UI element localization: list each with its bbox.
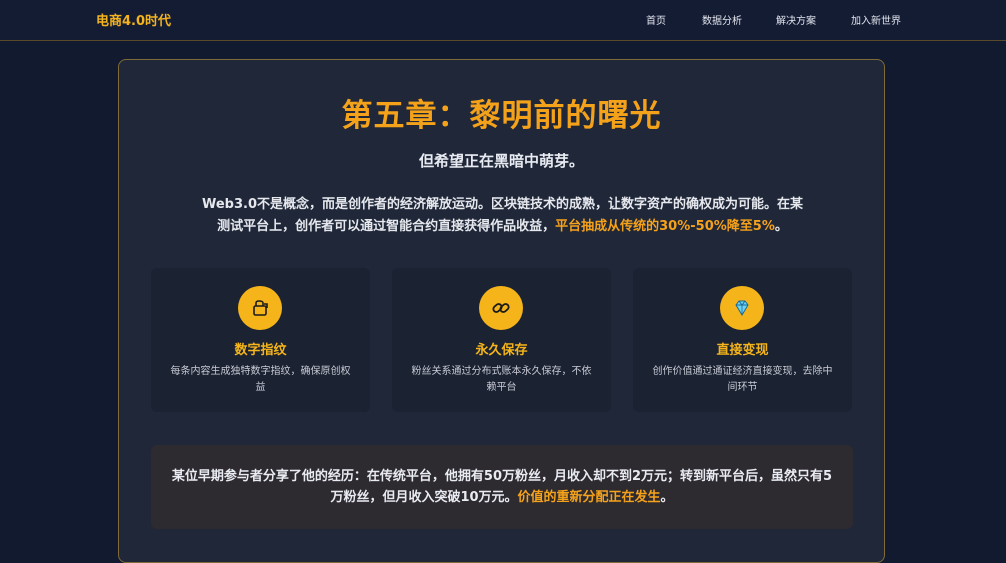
feature-title: 数字指纹 xyxy=(234,343,287,358)
story-text: 某位早期参与者分享了他的经历：在传统平台，他拥有50万粉丝，月收入却不到2万元；… xyxy=(171,466,833,508)
feature-card-fingerprint: 数字指纹 每条内容生成独特数字指纹，确保原创权益 xyxy=(151,268,370,412)
feature-card-direct-monetize: 直接变现 创作价值通过通证经济直接变现，去除中间环节 xyxy=(633,268,852,412)
brand-logo-link[interactable]: 电商4.0时代 xyxy=(96,10,171,29)
nav-link-solutions[interactable]: 解决方案 xyxy=(776,12,816,27)
nav-link-data-analysis[interactable]: 数据分析 xyxy=(702,12,742,27)
intro-end: 。 xyxy=(774,219,788,234)
link-chain-icon xyxy=(479,286,523,330)
chapter-panel: 第五章：黎明前的曙光 但希望正在黑暗中萌芽。 Web3.0不是概念，而是创作者的… xyxy=(118,59,885,563)
feature-card-permanent: 永久保存 粉丝关系通过分布式账本永久保存，不依赖平台 xyxy=(392,268,611,412)
nav-link-join[interactable]: 加入新世界 xyxy=(851,12,901,27)
feature-title: 永久保存 xyxy=(475,343,528,358)
top-navbar: 电商4.0时代 首页 数据分析 解决方案 加入新世界 xyxy=(0,0,1006,41)
story-quote-box: 某位早期参与者分享了他的经历：在传统平台，他拥有50万粉丝，月收入却不到2万元；… xyxy=(151,445,853,529)
feature-desc: 每条内容生成独特数字指纹，确保原创权益 xyxy=(170,366,351,393)
intro-highlight: 平台抽成从传统的30%-50%降至5% xyxy=(555,219,775,234)
chapter-title: 第五章：黎明前的曙光 xyxy=(341,98,662,134)
fingerprint-icon xyxy=(238,286,282,330)
diamond-icon xyxy=(720,286,764,330)
story-plain: 某位早期参与者分享了他的经历：在传统平台，他拥有50万粉丝，月收入却不到2万元；… xyxy=(171,469,833,505)
feature-desc: 粉丝关系通过分布式账本永久保存，不依赖平台 xyxy=(411,366,592,393)
chapter-intro: Web3.0不是概念，而是创作者的经济解放运动。区块链技术的成熟，让数字资产的确… xyxy=(197,194,808,238)
feature-desc: 创作价值通过通证经济直接变现，去除中间环节 xyxy=(652,366,833,393)
chapter-subtitle: 但希望正在黑暗中萌芽。 xyxy=(418,152,584,170)
story-end: 。 xyxy=(660,490,674,505)
nav-link-home[interactable]: 首页 xyxy=(646,12,666,27)
story-highlight: 价值的重新分配正在发生 xyxy=(517,490,661,505)
feature-title: 直接变现 xyxy=(716,343,769,358)
